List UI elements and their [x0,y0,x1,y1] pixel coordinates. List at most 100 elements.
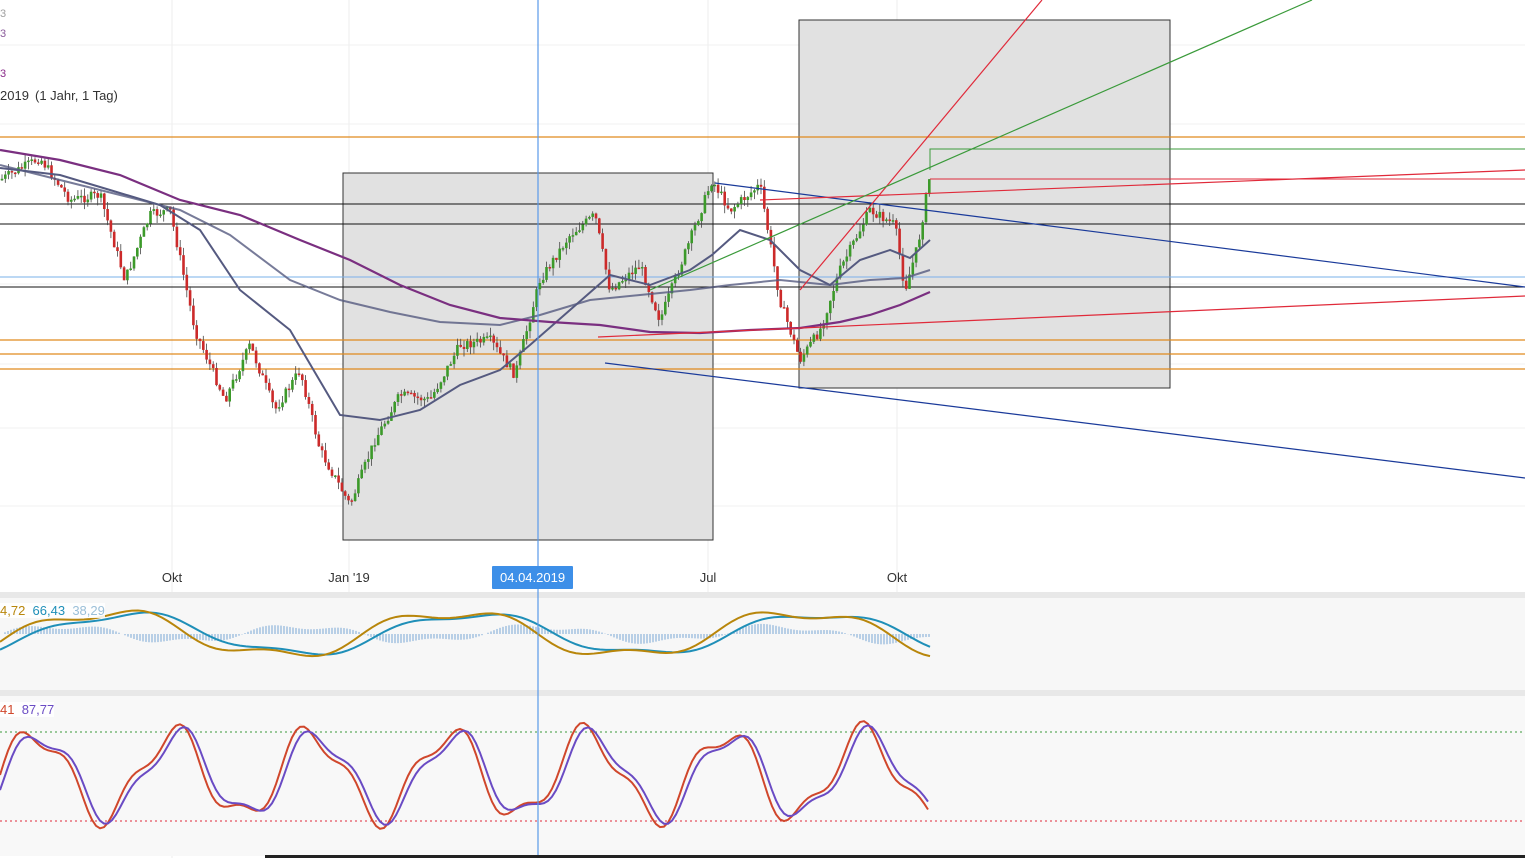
candle-body [654,302,657,311]
macd-histogram-bar [469,634,471,639]
candle-body [829,300,832,314]
macd-histogram-bar [325,628,327,634]
candle-body [502,353,505,356]
macd-histogram-bar [412,634,414,642]
macd-histogram-bar [508,625,510,634]
macd-histogram-bar [691,634,693,639]
macd-histogram-bar [253,629,255,634]
macd-histogram-bar [175,634,177,640]
macd-histogram-bar [82,627,84,634]
macd-histogram-bar [679,634,681,638]
candle-body [281,402,284,408]
candle-body [581,224,585,231]
candle-body [264,375,268,383]
candle-body [132,256,136,269]
stoch-value-2: 87,77 [21,702,55,717]
candle-body [485,336,489,338]
macd-histogram-bar [346,628,348,634]
macd-histogram-bar [142,634,144,642]
candle-body [730,208,733,212]
macd-histogram-bar [235,634,237,637]
candle-body [317,434,321,447]
candle-body [904,280,908,289]
macd-histogram-bar [223,634,225,641]
candle-body [159,214,162,217]
stock-chart[interactable] [0,0,1525,858]
candle-body [640,267,644,269]
candle-body [571,235,575,237]
candle-body [413,392,416,397]
candle-body [363,461,367,470]
macd-histogram-bar [148,634,150,643]
candle-body [710,185,713,192]
macd-histogram-bar [334,627,336,634]
candle-body [155,209,159,216]
macd-histogram-bar [454,634,456,640]
macd-histogram-bar [619,634,621,640]
macd-histogram-bar [919,634,921,638]
macd-histogram-bar [829,630,831,634]
candle-body [50,165,53,178]
macd-histogram-bar [199,634,201,640]
candle-body [367,459,370,462]
macd-histogram-bar [724,634,726,635]
candle-body [815,334,819,339]
candle-body [145,223,149,228]
candle-body [423,398,426,401]
candle-body [188,290,192,306]
macd-histogram-bar [505,625,507,634]
macd-histogram-bar [826,630,828,634]
candle-body [271,390,274,403]
macd-histogram-bar [268,625,270,634]
candle-body [746,197,750,201]
macd-histogram-bar [202,634,204,641]
candle-body [743,197,746,201]
candle-body [178,247,182,256]
candle-body [235,379,238,381]
macd-histogram-bar [289,626,291,634]
macd-histogram-bar [127,634,129,637]
macd-histogram-bar [433,634,435,639]
macd-histogram-bar [715,634,717,638]
macd-histogram-bar [409,634,411,642]
candle-body [409,392,413,395]
candle-body [928,179,931,195]
candle-body [845,256,849,262]
candle-body [380,426,383,435]
candle-body [792,334,796,340]
candle-body [598,218,601,234]
macd-histogram-bar [160,634,162,642]
macd-histogram-bar [778,626,780,634]
macd-histogram-bar [103,627,105,634]
macd-value-1: 4,72 [0,603,26,618]
macd-histogram-bar [427,634,429,639]
candle-body [393,401,396,413]
candle-body [112,231,116,248]
macd-histogram-bar [808,630,810,634]
macd-histogram-bar [775,625,777,634]
macd-histogram-bar [400,634,402,643]
macd-histogram-bar [4,632,6,634]
macd-histogram-bar [157,634,159,643]
macd-histogram-bar [283,625,285,634]
candle-body [548,267,552,269]
candle-body [63,187,66,192]
macd-histogram-bar [883,634,885,645]
candle-body [475,338,479,342]
candle-body [901,254,905,281]
macd-histogram-bar [784,627,786,634]
macd-histogram-bar [310,629,312,634]
candle-body [858,231,862,239]
candle-body [749,192,753,198]
candle-body [565,242,568,249]
candle-body [357,478,360,494]
macd-histogram-bar [349,629,351,634]
candle-body [644,267,647,285]
candle-body [225,395,228,402]
macd-histogram-bar [559,629,561,634]
candle-body [195,325,198,339]
macd-histogram-bar [871,634,873,643]
candle-body [192,305,195,326]
macd-histogram-bar [298,628,300,634]
candle-body [106,209,109,221]
